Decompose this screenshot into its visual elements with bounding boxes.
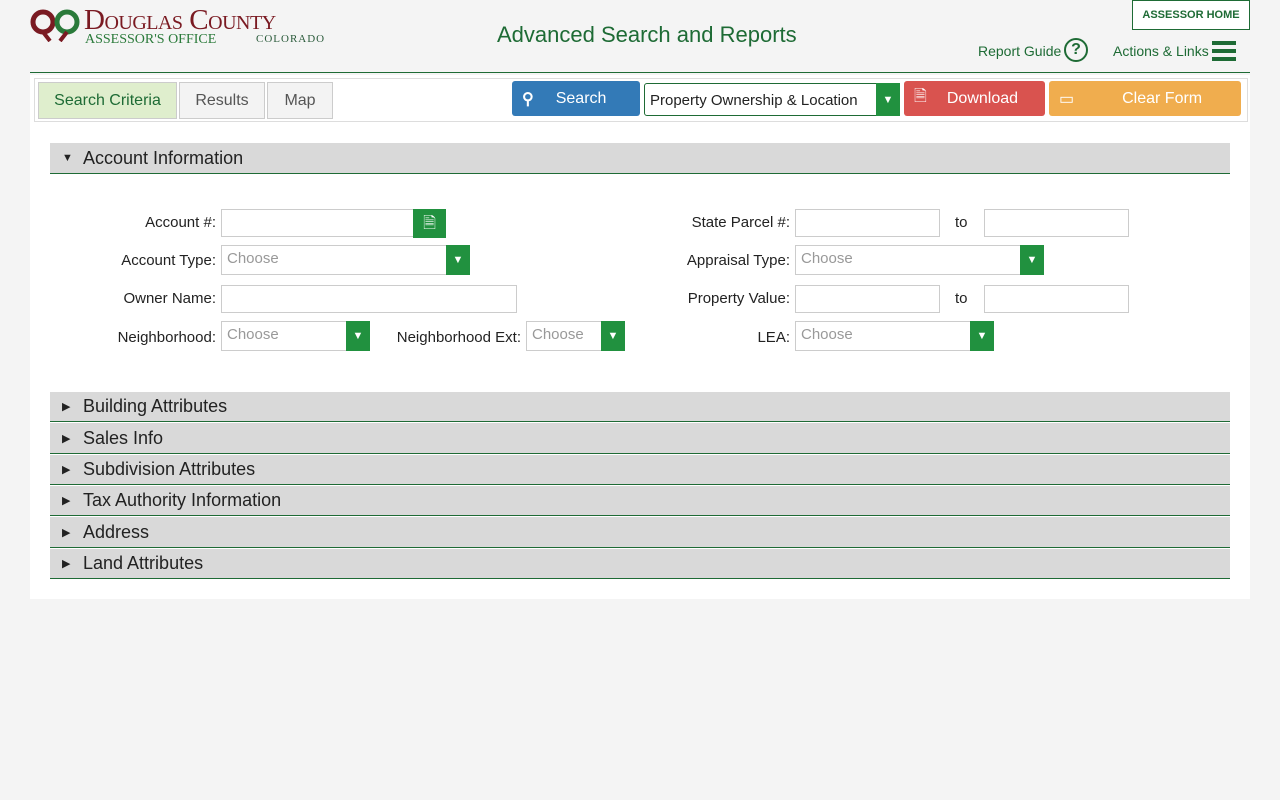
owner-name-label: Owner Name:: [123, 290, 216, 307]
account-type-label: Account Type:: [121, 252, 216, 269]
account-no-input[interactable]: [221, 209, 415, 237]
appraisal-type-label: Appraisal Type:: [686, 252, 790, 269]
account-type-select[interactable]: Choose ▼: [221, 245, 470, 275]
to-label: to: [955, 214, 968, 231]
logo-icon: [30, 6, 80, 43]
account-no-label: Account #:: [145, 214, 216, 231]
help-icon[interactable]: ?: [1064, 38, 1088, 62]
menu-icon[interactable]: [1212, 41, 1236, 61]
section-tax-authority-information[interactable]: ▶ Tax Authority Information: [50, 486, 1230, 516]
tab-results[interactable]: Results: [179, 82, 265, 119]
section-land-attributes[interactable]: ▶ Land Attributes: [50, 549, 1230, 579]
chevron-down-icon: ▼: [601, 321, 625, 351]
owner-name-input[interactable]: [221, 285, 517, 313]
caret-down-icon: ▼: [62, 152, 73, 164]
chevron-down-icon: ▼: [876, 83, 900, 116]
section-building-attributes[interactable]: ▶ Building Attributes: [50, 392, 1230, 422]
state-parcel-label: State Parcel #:: [691, 214, 790, 231]
section-account-information[interactable]: ▼ Account Information: [50, 143, 1230, 174]
logo-sub: ASSESSOR'S OFFICE: [85, 32, 217, 47]
appraisal-type-select[interactable]: Choose ▼: [795, 245, 1044, 275]
lea-select[interactable]: Choose ▼: [795, 321, 994, 351]
neighborhood-ext-select[interactable]: Choose ▼: [526, 321, 625, 351]
property-value-from-input[interactable]: [795, 285, 940, 313]
file-zip-icon: 🗎: [914, 88, 927, 105]
state-parcel-to-input[interactable]: [984, 209, 1129, 237]
report-guide-link[interactable]: Report Guide: [978, 43, 1061, 59]
clear-form-button[interactable]: ▭ Clear Form: [1049, 81, 1241, 116]
caret-right-icon: ▶: [62, 495, 71, 507]
section-subdivision-attributes[interactable]: ▶ Subdivision Attributes: [50, 455, 1230, 485]
property-value-label: Property Value:: [687, 290, 790, 307]
tab-search-criteria[interactable]: Search Criteria: [38, 82, 177, 119]
chevron-down-icon: ▼: [970, 321, 994, 351]
header-divider: [30, 72, 1250, 73]
page-title: Advanced Search and Reports: [497, 22, 797, 47]
caret-right-icon: ▶: [62, 432, 71, 445]
report-type-select[interactable]: Property Ownership & Location ▼: [644, 83, 900, 116]
caret-right-icon: ▶: [62, 558, 71, 570]
chevron-down-icon: ▼: [446, 245, 470, 275]
chevron-down-icon: ▼: [346, 321, 370, 351]
state-parcel-from-input[interactable]: [795, 209, 940, 237]
logo-state: COLORADO: [256, 33, 326, 45]
tab-map[interactable]: Map: [267, 82, 333, 119]
caret-right-icon: ▶: [62, 526, 71, 539]
search-button[interactable]: ⚲ Search: [512, 81, 640, 116]
eraser-icon: ▭: [1059, 90, 1075, 108]
section-sales-info[interactable]: ▶ Sales Info: [50, 423, 1230, 454]
neighborhood-select[interactable]: Choose ▼: [221, 321, 370, 351]
document-icon[interactable]: 🗎: [413, 209, 446, 238]
search-icon: ⚲: [522, 90, 534, 108]
chevron-down-icon: ▼: [1020, 245, 1044, 275]
lea-label: LEA:: [757, 329, 790, 346]
assessor-home-button[interactable]: ASSESSOR HOME: [1132, 0, 1250, 30]
actions-links-link[interactable]: Actions & Links: [1113, 43, 1209, 59]
caret-right-icon: ▶: [62, 464, 71, 476]
to-label: to: [955, 290, 968, 307]
caret-right-icon: ▶: [62, 401, 71, 413]
neighborhood-label: Neighborhood:: [117, 329, 216, 346]
section-address[interactable]: ▶ Address: [50, 517, 1230, 548]
property-value-to-input[interactable]: [984, 285, 1129, 313]
download-button[interactable]: 🗎 Download: [904, 81, 1045, 116]
neighborhood-ext-label: Neighborhood Ext:: [396, 329, 521, 346]
